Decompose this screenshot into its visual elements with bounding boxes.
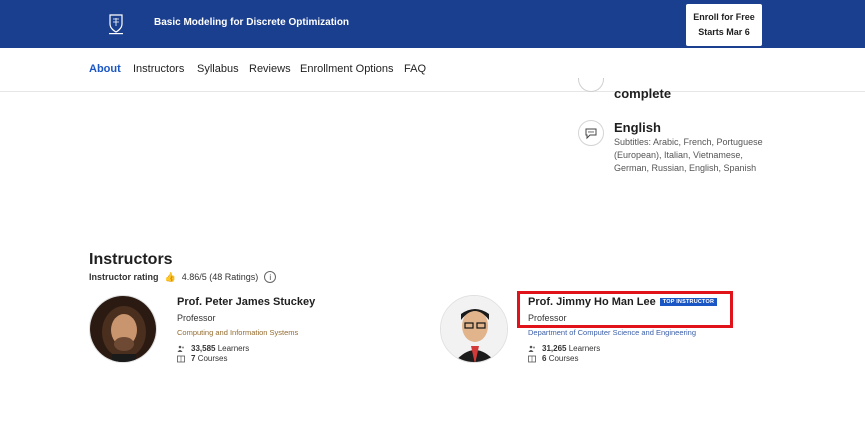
subtitles-list: Subtitles: Arabic, French, Portuguese (E… bbox=[614, 137, 763, 173]
instructors-heading: Instructors bbox=[89, 251, 173, 268]
instructor-department[interactable]: Department of Computer Science and Engin… bbox=[528, 328, 696, 337]
university-logo-icon[interactable] bbox=[104, 12, 128, 36]
book-icon bbox=[528, 355, 536, 362]
enroll-label: Enroll for Free bbox=[693, 12, 755, 22]
tab-syllabus[interactable]: Syllabus bbox=[197, 63, 239, 75]
rating-value: 4.86/5 (48 Ratings) bbox=[181, 272, 259, 282]
people-icon bbox=[528, 345, 535, 352]
instructor-role: Professor bbox=[177, 313, 216, 323]
instructor-department[interactable]: Computing and Information Systems bbox=[177, 328, 298, 337]
tab-faq[interactable]: FAQ bbox=[404, 63, 426, 75]
top-header-bar: Basic Modeling for Discrete Optimization… bbox=[0, 0, 865, 48]
tab-about[interactable]: About bbox=[89, 63, 121, 75]
learners-label: Learners bbox=[217, 344, 250, 353]
instructor-rating: Instructor rating 👍 4.86/5 (48 Ratings) … bbox=[89, 271, 277, 283]
tab-reviews[interactable]: Reviews bbox=[249, 63, 291, 75]
avatar[interactable] bbox=[89, 295, 157, 363]
learners-count: 31,265 bbox=[542, 344, 567, 353]
avatar[interactable] bbox=[440, 295, 508, 363]
completion-text: complete bbox=[614, 86, 672, 101]
people-icon bbox=[177, 345, 184, 352]
speech-bubble-icon bbox=[578, 120, 604, 146]
rating-label: Instructor rating bbox=[89, 272, 159, 282]
courses-label: Courses bbox=[197, 354, 228, 363]
tab-instructors[interactable]: Instructors bbox=[133, 63, 184, 75]
learners-stat: 33,585 Learners bbox=[177, 344, 249, 353]
enroll-button[interactable]: Enroll for Free Starts Mar 6 bbox=[686, 4, 762, 46]
courses-stat: 7 Courses bbox=[177, 354, 227, 363]
enroll-start-date: Starts Mar 6 bbox=[698, 27, 750, 37]
tab-enrollment-options[interactable]: Enrollment Options bbox=[300, 63, 394, 75]
course-title: Basic Modeling for Discrete Optimization bbox=[154, 17, 350, 28]
courses-count: 7 bbox=[191, 354, 196, 363]
info-icon[interactable]: i bbox=[264, 271, 277, 283]
courses-stat: 6 Courses bbox=[528, 354, 578, 363]
thumbs-up-icon: 👍 bbox=[164, 271, 176, 282]
learners-label: Learners bbox=[568, 344, 601, 353]
learners-stat: 31,265 Learners bbox=[528, 344, 600, 353]
courses-label: Courses bbox=[548, 354, 579, 363]
language-title: English bbox=[614, 120, 661, 135]
courses-count: 6 bbox=[542, 354, 547, 363]
highlight-box bbox=[517, 291, 733, 328]
instructor-name[interactable]: Prof. Peter James Stuckey bbox=[177, 296, 315, 308]
section-nav: About Instructors Syllabus Reviews Enrol… bbox=[0, 48, 865, 92]
learners-count: 33,585 bbox=[191, 344, 216, 353]
book-icon bbox=[177, 355, 185, 362]
